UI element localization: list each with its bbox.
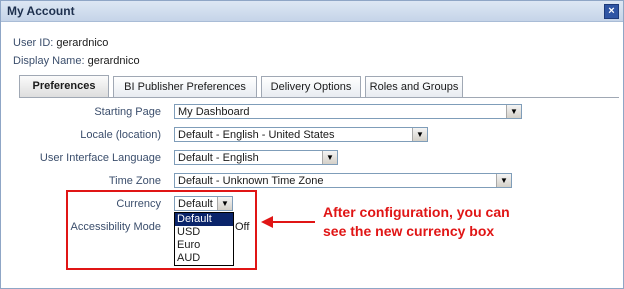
time-zone-select[interactable]: Default - Unknown Time Zone ▼ <box>174 173 512 188</box>
annotation-arrow-icon <box>261 216 315 228</box>
tab-roles-and-groups-label: Roles and Groups <box>369 81 459 93</box>
display-name-value: gerardnico <box>87 55 140 67</box>
tab-divider <box>19 97 619 98</box>
tab-delivery-options[interactable]: Delivery Options <box>261 76 361 97</box>
locale-value: Default - English - United States <box>178 129 335 141</box>
display-name-line: Display Name: gerardnico <box>13 55 140 67</box>
tab-bi-publisher-preferences[interactable]: BI Publisher Preferences <box>113 76 257 97</box>
annotation-line-2: see the new currency box <box>323 223 495 239</box>
starting-page-select[interactable]: My Dashboard ▼ <box>174 104 522 119</box>
annotation-text: After configuration, you can see the new… <box>323 203 563 241</box>
annotation-line-1: After configuration, you can <box>323 204 510 220</box>
chevron-down-icon[interactable]: ▼ <box>496 174 511 187</box>
my-account-dialog: My Account × User ID: gerardnico Display… <box>0 0 624 289</box>
annotation-highlight-box <box>66 190 257 270</box>
time-zone-value: Default - Unknown Time Zone <box>178 175 324 187</box>
tab-preferences-label: Preferences <box>32 80 96 92</box>
close-icon[interactable]: × <box>604 4 619 19</box>
dialog-title: My Account <box>7 4 75 18</box>
chevron-down-icon[interactable]: ▼ <box>322 151 337 164</box>
tab-bi-publisher-label: BI Publisher Preferences <box>124 81 246 93</box>
chevron-down-icon[interactable]: ▼ <box>412 128 427 141</box>
locale-select[interactable]: Default - English - United States ▼ <box>174 127 428 142</box>
tab-bar: Preferences BI Publisher Preferences Del… <box>19 75 619 98</box>
user-id-line: User ID: gerardnico <box>13 37 108 49</box>
starting-page-value: My Dashboard <box>178 106 250 118</box>
ui-language-select[interactable]: Default - English ▼ <box>174 150 338 165</box>
time-zone-label: Time Zone <box>108 175 161 187</box>
ui-language-label: User Interface Language <box>39 152 161 164</box>
user-id-label: User ID: <box>13 37 54 49</box>
user-id-value: gerardnico <box>56 37 109 49</box>
display-name-label: Display Name: <box>13 55 85 67</box>
starting-page-label: Starting Page <box>94 106 161 118</box>
tab-preferences[interactable]: Preferences <box>19 75 109 98</box>
tab-delivery-options-label: Delivery Options <box>270 81 352 93</box>
chevron-down-icon[interactable]: ▼ <box>506 105 521 118</box>
tab-roles-and-groups[interactable]: Roles and Groups <box>365 76 463 97</box>
ui-language-value: Default - English <box>178 152 259 164</box>
title-bar: My Account × <box>1 1 623 22</box>
locale-label: Locale (location) <box>80 129 161 141</box>
